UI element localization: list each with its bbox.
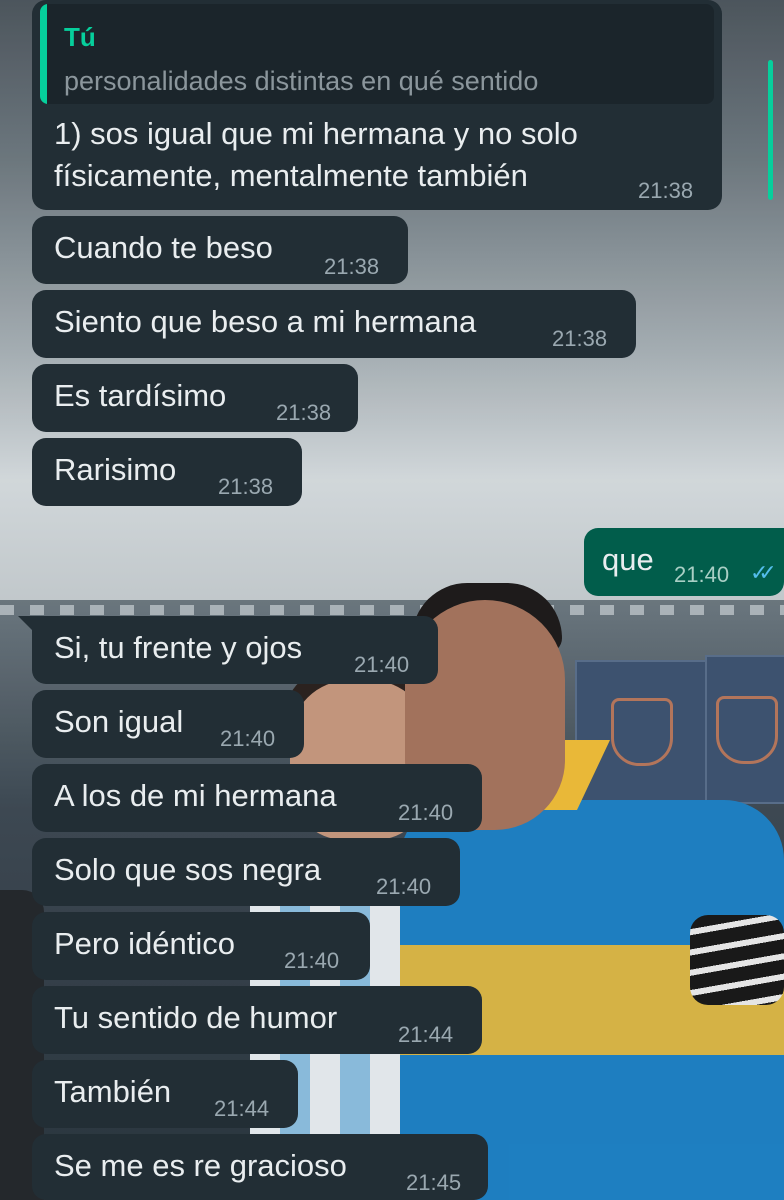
message-bubble[interactable]: A los de mi hermana 21:40 [32,764,482,832]
message-bubble[interactable]: Si, tu frente y ojos 21:40 [32,616,438,684]
double-check-read-icon: ✓✓ [750,560,777,585]
message-text-line: 1) sos igual que mi hermana y no solo [54,116,578,151]
message-text-line: físicamente, mentalmente también [54,158,528,193]
message-text: También [54,1074,172,1109]
message-text: Rarisimo [54,452,177,487]
message-time: 21:40 [284,948,340,973]
message-time: 21:44 [398,1022,454,1047]
message-text: Pero idéntico [54,926,235,961]
message-bubble[interactable]: Tú personalidades distintas en qué senti… [32,0,722,210]
message-time: 21:40 [398,800,454,825]
message-time: 21:38 [324,254,380,279]
message-time: 21:40 [220,726,276,751]
message-time: 21:45 [406,1170,462,1195]
message-text: Siento que beso a mi hermana [54,304,477,339]
adjacent-quote-accent [768,60,773,200]
message-text: Si, tu frente y ojos [54,630,303,665]
quoted-text: personalidades distintas en qué sentido [64,66,539,96]
message-time: 21:38 [276,400,332,425]
message-bubble[interactable]: Son igual 21:40 [32,690,304,758]
message-time: 21:40 [674,562,730,587]
message-bubble[interactable]: También 21:44 [32,1060,298,1128]
quote-accent-bar [40,4,47,104]
message-time: 21:40 [354,652,410,677]
message-bubble-outgoing[interactable]: que 21:40 ✓✓ [584,528,784,596]
message-bubble[interactable]: Se me es re gracioso 21:45 [32,1134,488,1200]
message-text: Cuando te beso [54,230,273,265]
quoted-reply[interactable]: Tú personalidades distintas en qué senti… [40,4,714,104]
message-bubble[interactable]: Siento que beso a mi hermana 21:38 [32,290,636,358]
message-bubble[interactable]: Cuando te beso 21:38 [32,216,408,284]
message-text: que [602,542,654,577]
message-text: Es tardísimo [54,378,227,413]
message-bubble[interactable]: Pero idéntico 21:40 [32,912,370,980]
message-text: Tu sentido de humor [54,1000,338,1035]
message-time: 21:40 [376,874,432,899]
message-text: A los de mi hermana [54,778,337,813]
message-time: 21:38 [638,178,694,203]
message-bubble[interactable]: Solo que sos negra 21:40 [32,838,460,906]
message-text: Se me es re gracioso [54,1148,347,1183]
quoted-author: Tú [64,22,96,52]
message-bubble[interactable]: Tu sentido de humor 21:44 [32,986,482,1054]
message-text: Solo que sos negra [54,852,322,887]
message-time: 21:38 [218,474,274,499]
message-time: 21:38 [552,326,608,351]
message-bubble[interactable]: Es tardísimo 21:38 [32,364,358,432]
message-bubble[interactable]: Rarisimo 21:38 [32,438,302,506]
message-text: Son igual [54,704,184,739]
message-time: 21:44 [214,1096,270,1121]
